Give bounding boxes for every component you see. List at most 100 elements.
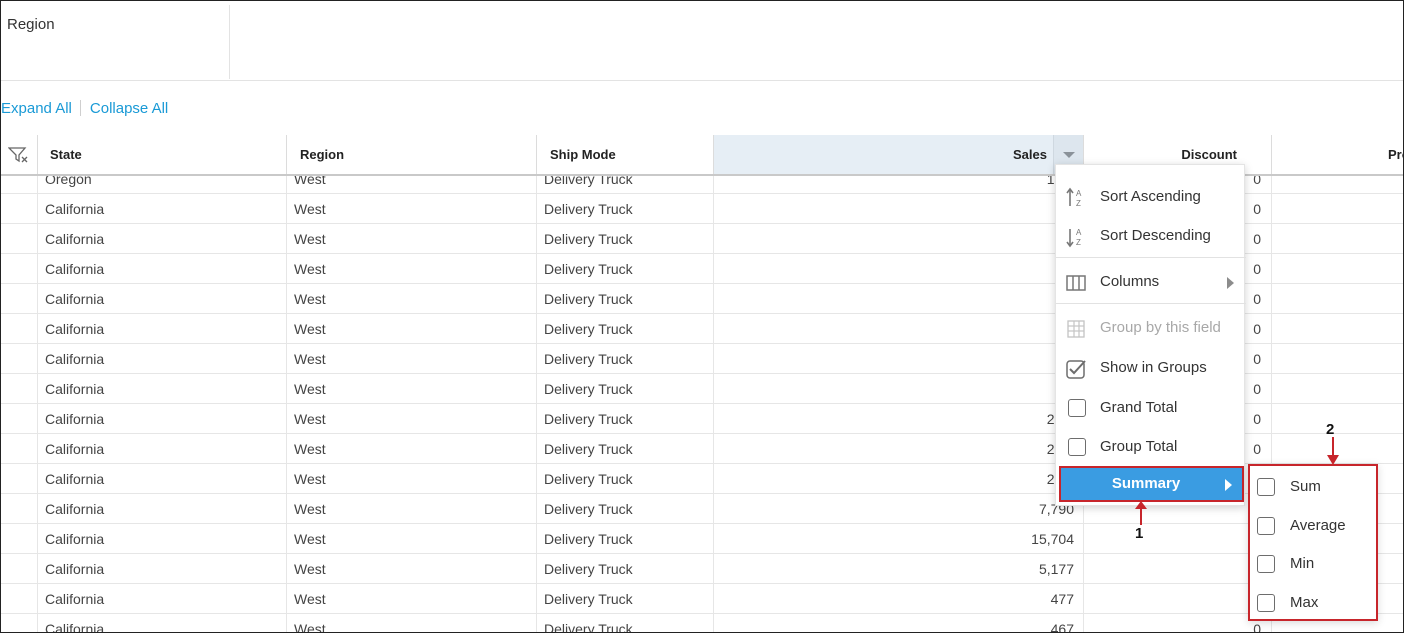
checked-checkbox-icon (1066, 360, 1086, 379)
cell-profit (1272, 254, 1403, 284)
cell-region: West (287, 464, 537, 494)
row-indicator-cell (1, 494, 38, 524)
cell-region: West (287, 176, 537, 194)
columns-icon (1066, 275, 1086, 291)
cell-ship-mode: Delivery Truck (537, 464, 714, 494)
cell-profit (1272, 194, 1403, 224)
summary-option-label: Sum (1290, 478, 1321, 495)
menu-divider (1056, 303, 1246, 304)
cell-state: California (38, 524, 287, 554)
cell-ship-mode: Delivery Truck (537, 374, 714, 404)
summary-option-average[interactable]: Average (1250, 507, 1376, 545)
collapse-all-link[interactable]: Collapse All (90, 100, 168, 117)
cell-sales: 9,9 (714, 224, 1084, 254)
cell-state: California (38, 614, 287, 632)
svg-text:Z: Z (1076, 199, 1081, 208)
row-indicator-cell (1, 464, 38, 494)
menu-item-label: Grand Total (1100, 399, 1178, 416)
cell-region: West (287, 614, 537, 632)
cell-sales: 6,2 (714, 374, 1084, 404)
cell-state: California (38, 554, 287, 584)
group-field-region[interactable]: Region (1, 5, 230, 79)
cell-ship-mode: Delivery Truck (537, 614, 714, 632)
cell-state: California (38, 254, 287, 284)
cell-region: West (287, 314, 537, 344)
cell-sales: 3,9 (714, 314, 1084, 344)
row-indicator-cell (1, 614, 38, 632)
cell-state: California (38, 194, 287, 224)
cell-profit (1272, 224, 1403, 254)
cell-sales: 15,704 (714, 524, 1084, 554)
cell-ship-mode: Delivery Truck (537, 404, 714, 434)
row-indicator-cell (1, 284, 38, 314)
cell-ship-mode: Delivery Truck (537, 224, 714, 254)
checkbox-icon[interactable] (1257, 555, 1275, 573)
cell-ship-mode: Delivery Truck (537, 254, 714, 284)
cell-discount: 0 (1084, 614, 1272, 632)
menu-item-label: Group by this field (1100, 319, 1221, 336)
menu-item-columns[interactable]: Columns (1056, 264, 1246, 300)
cell-ship-mode: Delivery Truck (537, 194, 714, 224)
column-context-menu: A Z Sort Ascending A Z Sort Descending C… (1055, 164, 1246, 506)
cell-ship-mode: Delivery Truck (537, 176, 714, 194)
checkbox-icon[interactable] (1257, 517, 1275, 535)
cell-profit (1272, 314, 1403, 344)
summary-option-max[interactable]: Max (1250, 584, 1376, 622)
cell-state: California (38, 404, 287, 434)
table-row[interactable]: CaliforniaWestDelivery Truck5,1770 (1, 554, 1403, 584)
column-header-sales[interactable]: Sales (714, 135, 1084, 174)
column-header-region[interactable]: Region (287, 135, 537, 174)
cell-state: California (38, 374, 287, 404)
column-header-ship-mode[interactable]: Ship Mode (537, 135, 714, 174)
checkbox-icon[interactable] (1068, 438, 1086, 456)
menu-item-show-in-groups[interactable]: Show in Groups (1056, 350, 1246, 386)
menu-item-group-total[interactable]: Group Total (1056, 429, 1246, 465)
menu-item-label: Summary (1111, 475, 1181, 492)
row-indicator-cell (1, 254, 38, 284)
menu-item-summary[interactable]: Summary (1059, 466, 1244, 502)
cell-region: West (287, 194, 537, 224)
menu-item-sort-descending[interactable]: A Z Sort Descending (1056, 218, 1246, 254)
summary-option-min[interactable]: Min (1250, 545, 1376, 583)
cell-ship-mode: Delivery Truck (537, 584, 714, 614)
summary-option-label: Average (1290, 517, 1346, 534)
cell-discount: 0 (1084, 524, 1272, 554)
svg-text:A: A (1076, 228, 1082, 237)
filter-header-cell[interactable] (1, 135, 38, 174)
column-header-profit[interactable]: Pro (1272, 135, 1403, 174)
cell-region: West (287, 344, 537, 374)
cell-state: California (38, 314, 287, 344)
cell-state: California (38, 494, 287, 524)
row-indicator-cell (1, 314, 38, 344)
checkbox-icon[interactable] (1257, 594, 1275, 612)
menu-item-grand-total[interactable]: Grand Total (1056, 390, 1246, 426)
checkbox-icon[interactable] (1257, 478, 1275, 496)
cell-region: West (287, 554, 537, 584)
filter-icon[interactable] (8, 146, 28, 164)
row-indicator-cell (1, 404, 38, 434)
menu-divider (1056, 257, 1246, 258)
table-row[interactable]: CaliforniaWestDelivery Truck15,7040 (1, 524, 1403, 554)
cell-profit (1272, 344, 1403, 374)
summary-option-sum[interactable]: Sum (1250, 468, 1376, 506)
cell-sales: 467 (714, 614, 1084, 632)
cell-state: California (38, 224, 287, 254)
cell-sales: 5,177 (714, 554, 1084, 584)
menu-item-sort-ascending[interactable]: A Z Sort Ascending (1056, 179, 1246, 215)
table-row[interactable]: CaliforniaWestDelivery Truck4770 (1, 584, 1403, 614)
checkbox-icon[interactable] (1068, 399, 1086, 417)
menu-item-group-by-field: Group by this field (1056, 310, 1246, 346)
summary-submenu: Sum Average Min Max (1248, 464, 1378, 621)
sort-descending-icon: A Z (1066, 228, 1082, 248)
row-indicator-cell (1, 554, 38, 584)
cell-ship-mode: Delivery Truck (537, 284, 714, 314)
table-row[interactable]: California West Delivery Truck 467 0 (1, 614, 1403, 632)
column-header-sales-label: Sales (1013, 147, 1047, 162)
column-header-state[interactable]: State (38, 135, 287, 174)
cell-region: West (287, 434, 537, 464)
expand-all-link[interactable]: Expand All (1, 100, 72, 117)
summary-option-label: Min (1290, 555, 1315, 572)
cell-region: West (287, 584, 537, 614)
cell-profit (1272, 176, 1403, 194)
row-indicator-cell (1, 176, 38, 194)
